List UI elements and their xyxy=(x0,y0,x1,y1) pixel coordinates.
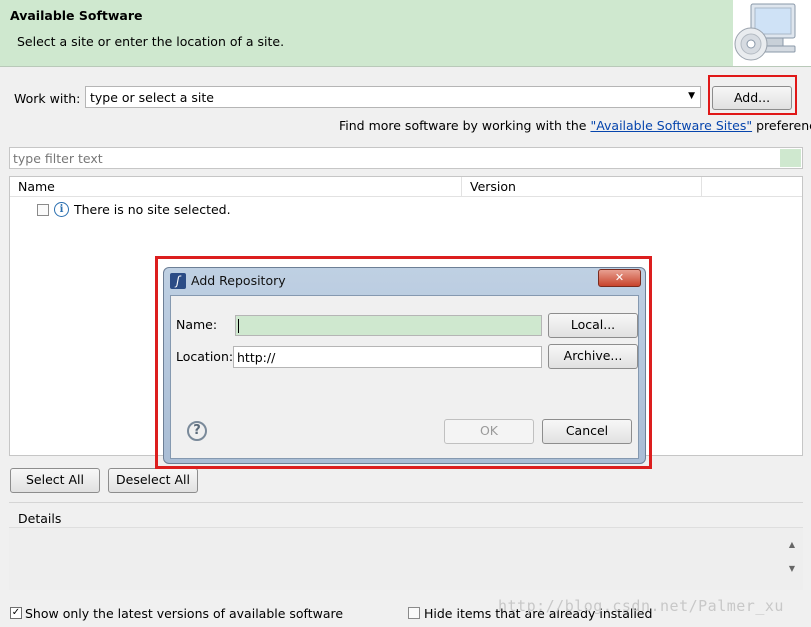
watermark-text: http://blog.csdn.net/Palmer_xu xyxy=(498,597,784,615)
name-field[interactable] xyxy=(235,315,542,336)
page-title: Available Software xyxy=(10,8,143,23)
show-latest-label: Show only the latest versions of availab… xyxy=(25,606,344,621)
empty-row-checkbox[interactable] xyxy=(37,204,49,216)
info-icon: i xyxy=(54,202,69,217)
work-with-combo[interactable]: type or select a site ▼ xyxy=(85,86,701,108)
add-repository-dialog: ʃ Add Repository ✕ Name: Local... Locati… xyxy=(163,267,646,464)
text-cursor xyxy=(238,319,239,333)
column-header-name[interactable]: Name xyxy=(10,177,462,197)
clear-filter-icon[interactable] xyxy=(780,149,801,167)
location-value: http:// xyxy=(237,350,276,365)
details-label: Details xyxy=(18,511,62,526)
ok-button[interactable]: OK xyxy=(444,419,534,444)
cancel-button[interactable]: Cancel xyxy=(542,419,632,444)
column-header-version[interactable]: Version xyxy=(462,177,702,197)
find-more-prefix: Find more software by working with the xyxy=(339,118,587,133)
select-all-button[interactable]: Select All xyxy=(10,468,100,493)
dialog-title: Add Repository xyxy=(191,273,286,288)
empty-table-message: There is no site selected. xyxy=(74,202,231,217)
show-latest-checkbox[interactable]: ✓ xyxy=(10,607,22,619)
eclipse-icon: ʃ xyxy=(170,273,186,289)
install-disc-icon xyxy=(733,0,811,66)
name-label: Name: xyxy=(176,317,218,332)
location-label: Location: xyxy=(176,349,234,364)
work-with-combo-value: type or select a site xyxy=(90,90,214,105)
chevron-down-icon[interactable]: ▼ xyxy=(688,91,695,101)
available-software-sites-link[interactable]: "Available Software Sites" xyxy=(590,118,752,133)
filter-placeholder: type filter text xyxy=(13,151,103,166)
details-text-area[interactable]: ▲ ▼ xyxy=(9,527,803,590)
deselect-all-button[interactable]: Deselect All xyxy=(108,468,198,493)
page-subtitle: Select a site or enter the location of a… xyxy=(17,34,285,49)
find-more-text: Find more software by working with the "… xyxy=(339,118,811,133)
archive-button[interactable]: Archive... xyxy=(548,344,638,369)
help-icon[interactable]: ? xyxy=(187,421,207,441)
find-more-suffix: preferences. xyxy=(756,118,811,133)
scroll-down-icon[interactable]: ▼ xyxy=(789,564,795,573)
location-field[interactable]: http:// xyxy=(233,346,542,368)
work-with-label: Work with: xyxy=(14,91,81,106)
dialog-body: Name: Local... Location: http:// Archive… xyxy=(170,295,639,459)
column-header-filler xyxy=(702,177,802,197)
wizard-header: Available Software Select a site or ente… xyxy=(0,0,811,67)
filter-input[interactable]: type filter text xyxy=(9,147,803,169)
local-button[interactable]: Local... xyxy=(548,313,638,338)
scroll-up-icon[interactable]: ▲ xyxy=(789,540,795,549)
hide-installed-checkbox[interactable] xyxy=(408,607,420,619)
close-icon[interactable]: ✕ xyxy=(598,269,641,287)
add-site-button[interactable]: Add... xyxy=(712,86,792,110)
